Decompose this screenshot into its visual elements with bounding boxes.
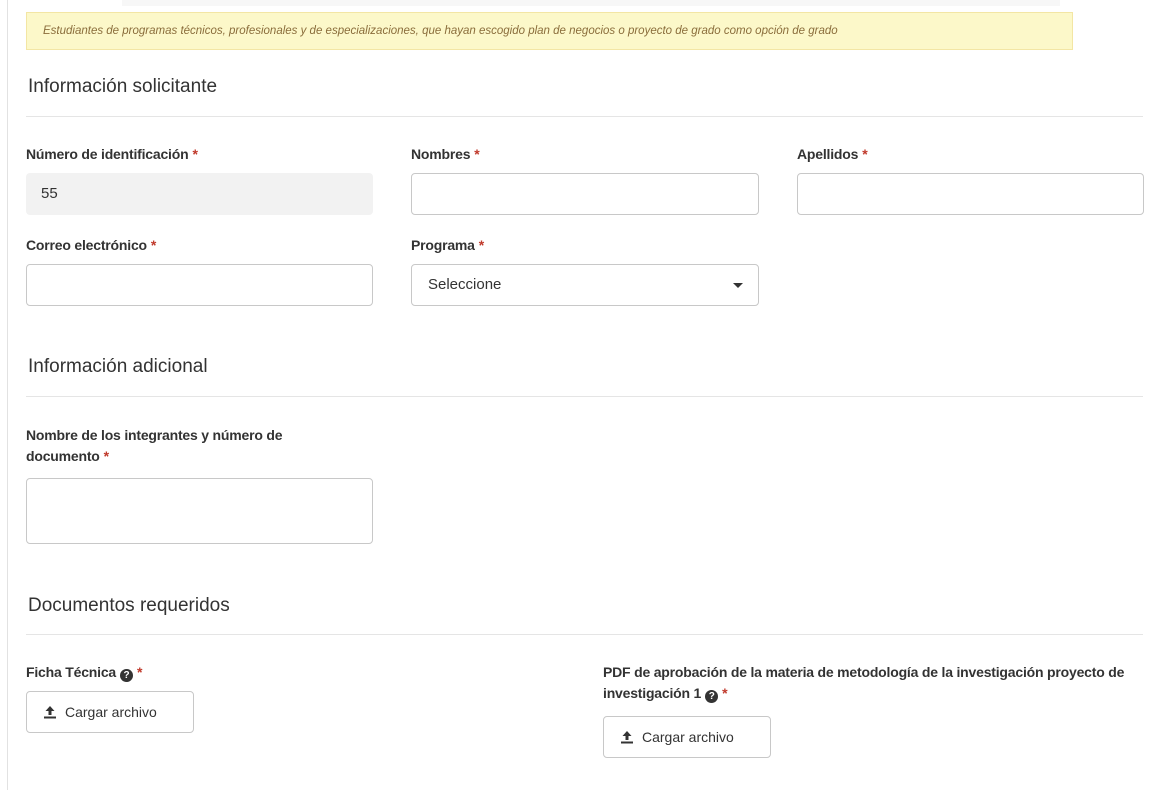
required-marker: * xyxy=(474,146,480,162)
email-label: Correo electrónico * xyxy=(26,237,157,253)
members-textarea[interactable] xyxy=(26,478,373,544)
program-label: Programa * xyxy=(411,237,485,253)
upload-approval-pdf-button[interactable]: Cargar archivo xyxy=(603,716,771,758)
section-title-additional: Información adicional xyxy=(28,356,208,377)
upload-button-label: Cargar archivo xyxy=(65,704,157,720)
section-title-applicant: Información solicitante xyxy=(28,76,218,97)
required-marker: * xyxy=(150,237,157,253)
top-strip xyxy=(122,0,1060,6)
page-left-border xyxy=(7,0,8,790)
required-marker: * xyxy=(478,237,485,253)
first-names-input[interactable] xyxy=(411,173,759,215)
upload-icon xyxy=(621,731,633,744)
last-names-input[interactable] xyxy=(797,173,1144,215)
program-selected-value: Seleccione xyxy=(428,276,502,293)
required-marker: * xyxy=(722,685,728,701)
section-divider xyxy=(26,634,1143,635)
email-input[interactable] xyxy=(26,264,373,306)
id-number-field: 55 xyxy=(26,173,373,215)
required-marker: * xyxy=(192,146,198,162)
upload-icon xyxy=(44,706,56,719)
required-marker: * xyxy=(103,448,109,464)
info-notice: Estudiantes de programas técnicos, profe… xyxy=(26,12,1073,50)
id-number-label: Número de identificación * xyxy=(26,146,198,162)
technical-sheet-label: Ficha Técnica? * xyxy=(26,664,143,682)
required-marker: * xyxy=(137,664,143,680)
section-divider xyxy=(26,116,1143,117)
section-divider xyxy=(26,396,1143,397)
question-circle-icon[interactable]: ? xyxy=(120,669,133,682)
upload-technical-sheet-button[interactable]: Cargar archivo xyxy=(26,691,194,733)
first-names-label: Nombres * xyxy=(411,146,480,162)
last-names-label: Apellidos * xyxy=(797,146,868,162)
notice-text: Estudiantes de programas técnicos, profe… xyxy=(43,25,838,37)
upload-button-label: Cargar archivo xyxy=(642,729,734,745)
caret-down-icon xyxy=(733,283,743,288)
members-label: Nombre de los integrantes y número de do… xyxy=(26,427,283,464)
approval-pdf-label: PDF de aprobación de la materia de metod… xyxy=(603,664,1125,703)
program-select[interactable]: Seleccione xyxy=(411,264,759,306)
question-circle-icon[interactable]: ? xyxy=(705,690,719,703)
required-marker: * xyxy=(862,146,868,162)
section-title-documents: Documentos requeridos xyxy=(28,595,230,616)
